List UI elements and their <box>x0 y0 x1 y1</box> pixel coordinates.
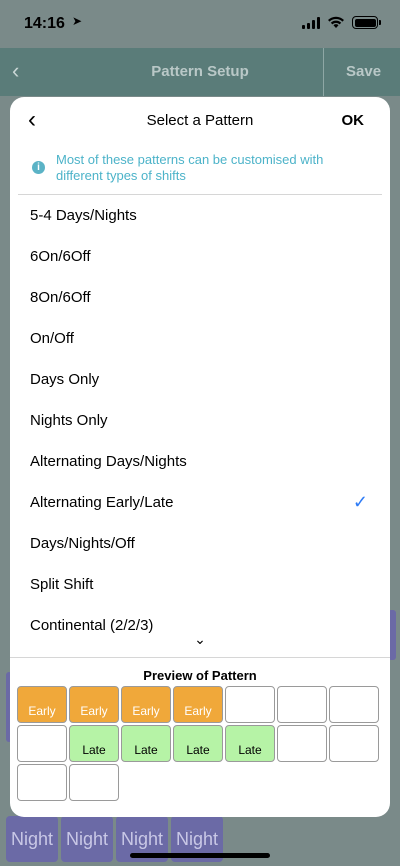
pattern-preview: Preview of Pattern Early Early Early Ear… <box>10 657 390 817</box>
preview-cell <box>277 725 327 762</box>
home-indicator <box>130 853 270 858</box>
pattern-item-label: 5-4 Days/Nights <box>30 207 137 224</box>
pattern-item[interactable]: Alternating Days/Nights <box>10 441 390 482</box>
wifi-icon <box>328 16 344 28</box>
pattern-item-label: Days/Nights/Off <box>30 535 135 552</box>
pattern-item[interactable]: Nights Only <box>10 400 390 441</box>
pattern-item-label: Days Only <box>30 371 100 388</box>
preview-cell <box>277 686 327 723</box>
pattern-item-label: Alternating Early/Late <box>30 494 174 511</box>
status-time: 14:16 <box>24 15 65 32</box>
preview-cell <box>329 686 379 723</box>
preview-cell <box>329 725 379 762</box>
info-icon: i <box>32 161 45 174</box>
preview-cell: Early <box>17 686 67 723</box>
preview-cell: Late <box>121 725 171 762</box>
info-banner: i Most of these patterns can be customis… <box>18 143 382 195</box>
screen: 14:16 ➤ ‹ Pattern Setup Save Night Night… <box>0 0 400 866</box>
preview-cell <box>225 686 275 723</box>
pattern-item-label: Nights Only <box>30 412 108 429</box>
pattern-list[interactable]: 5-4 Days/Nights 6On/6Off 8On/6Off On/Off… <box>10 195 390 657</box>
preview-cell <box>17 725 67 762</box>
preview-cell <box>69 764 119 801</box>
pattern-item-label: Split Shift <box>30 576 94 593</box>
pattern-item[interactable]: Split Shift <box>10 564 390 605</box>
pattern-item[interactable]: Days Only <box>10 359 390 400</box>
pattern-item[interactable]: 5-4 Days/Nights <box>10 195 390 236</box>
sheet-header: ‹ Select a Pattern OK <box>10 97 390 143</box>
pattern-item-label: 8On/6Off <box>30 289 91 306</box>
preview-cell: Late <box>225 725 275 762</box>
background-night-cell: Night <box>6 816 58 862</box>
pattern-item-selected[interactable]: Alternating Early/Late ✓ <box>10 482 390 523</box>
pattern-item-label: Alternating Days/Nights <box>30 453 187 470</box>
pattern-item[interactable]: Days/Nights/Off <box>10 523 390 564</box>
pattern-item[interactable]: 6On/6Off <box>10 236 390 277</box>
sheet-title: Select a Pattern <box>146 112 254 129</box>
preview-cell: Early <box>121 686 171 723</box>
preview-title: Preview of Pattern <box>143 668 257 683</box>
location-arrow-icon: ➤ <box>72 14 83 28</box>
app-header: ‹ Pattern Setup Save <box>0 48 400 96</box>
preview-cell: Late <box>173 725 223 762</box>
pattern-item[interactable]: 8On/6Off <box>10 277 390 318</box>
preview-cell: Early <box>173 686 223 723</box>
status-bar: 14:16 ➤ <box>0 0 400 48</box>
pattern-item-label: 6On/6Off <box>30 248 91 265</box>
checkmark-icon: ✓ <box>352 492 368 512</box>
pattern-sheet: ‹ Select a Pattern OK i Most of these pa… <box>10 97 390 817</box>
app-title: Pattern Setup <box>151 63 249 80</box>
pattern-item[interactable]: On/Off <box>10 318 390 359</box>
preview-cell <box>17 764 67 801</box>
battery-icon <box>352 16 381 29</box>
info-text: Most of these patterns can be customised… <box>56 152 324 183</box>
signal-icon <box>302 16 320 29</box>
pattern-item-label: On/Off <box>30 330 74 347</box>
preview-grid: Early Early Early Early Late Late Late L… <box>17 686 379 801</box>
chevron-down-icon[interactable]: ⌄ <box>10 631 390 648</box>
preview-cell: Early <box>69 686 119 723</box>
ok-button[interactable]: OK <box>342 112 365 129</box>
status-icons <box>302 16 381 29</box>
header-divider <box>323 48 324 96</box>
preview-cell: Late <box>69 725 119 762</box>
background-night-cell: Night <box>61 816 113 862</box>
app-save-button[interactable]: Save <box>346 63 381 80</box>
